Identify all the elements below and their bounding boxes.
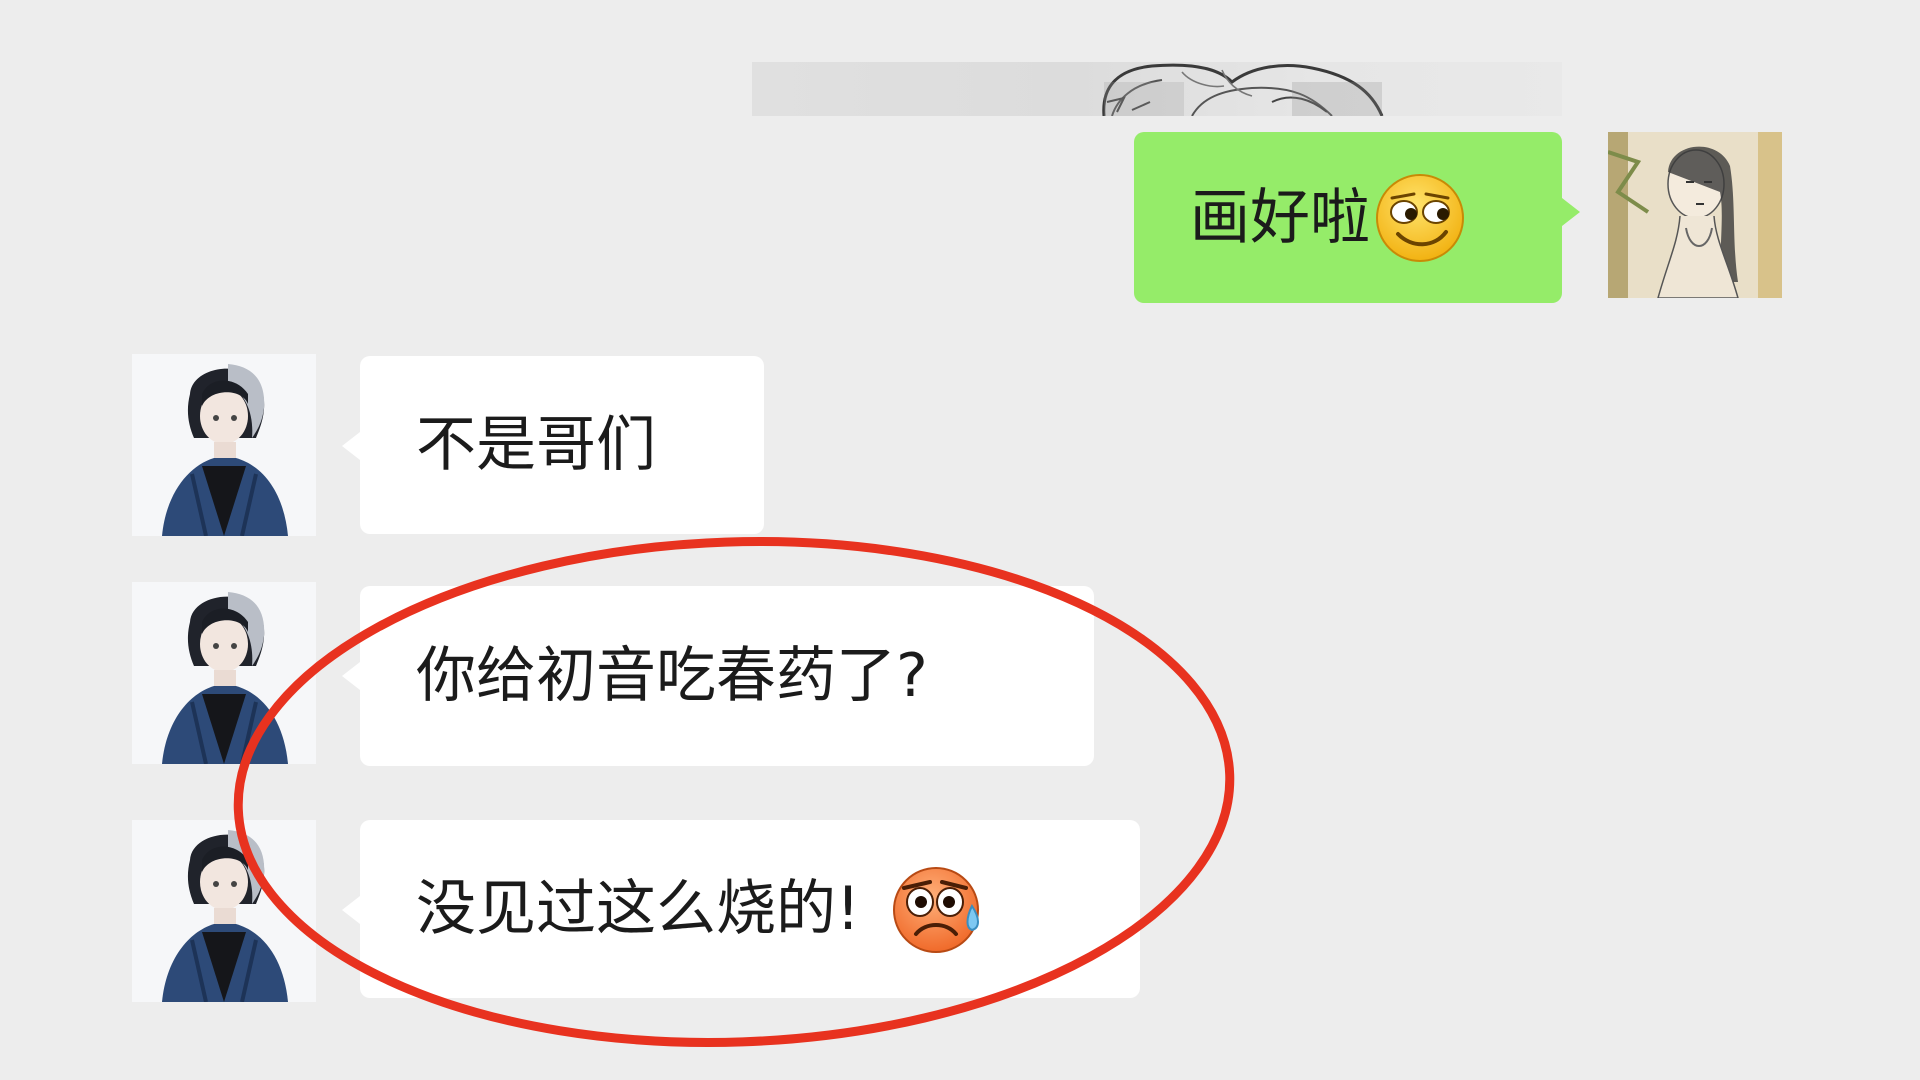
avatar-other[interactable]	[132, 820, 316, 1002]
message-text: 你给初音吃春药了?	[416, 641, 928, 711]
awkward-sweat-emoji-icon	[890, 862, 984, 956]
message-bubble-sent[interactable]: 画好啦	[1134, 132, 1562, 303]
smirk-emoji-icon	[1374, 172, 1466, 264]
sketch-drawing	[1102, 63, 1384, 116]
message-bubble-received[interactable]: 没见过这么烧的!	[360, 820, 1140, 998]
avatar-other[interactable]	[132, 354, 316, 536]
bubble-tail	[342, 432, 360, 460]
message-text: 没见过这么烧的!	[416, 874, 861, 944]
message-bubble-received[interactable]: 你给初音吃春药了?	[360, 586, 1094, 766]
message-bubble-received[interactable]: 不是哥们	[360, 356, 764, 534]
bubble-tail	[342, 896, 360, 924]
message-text: 不是哥们	[416, 410, 656, 480]
sent-image-sketch[interactable]	[752, 62, 1562, 116]
bubble-tail	[342, 662, 360, 690]
bubble-tail	[1562, 198, 1580, 226]
avatar-other[interactable]	[132, 582, 316, 764]
avatar-me[interactable]	[1608, 132, 1782, 298]
message-text: 画好啦	[1190, 182, 1370, 253]
